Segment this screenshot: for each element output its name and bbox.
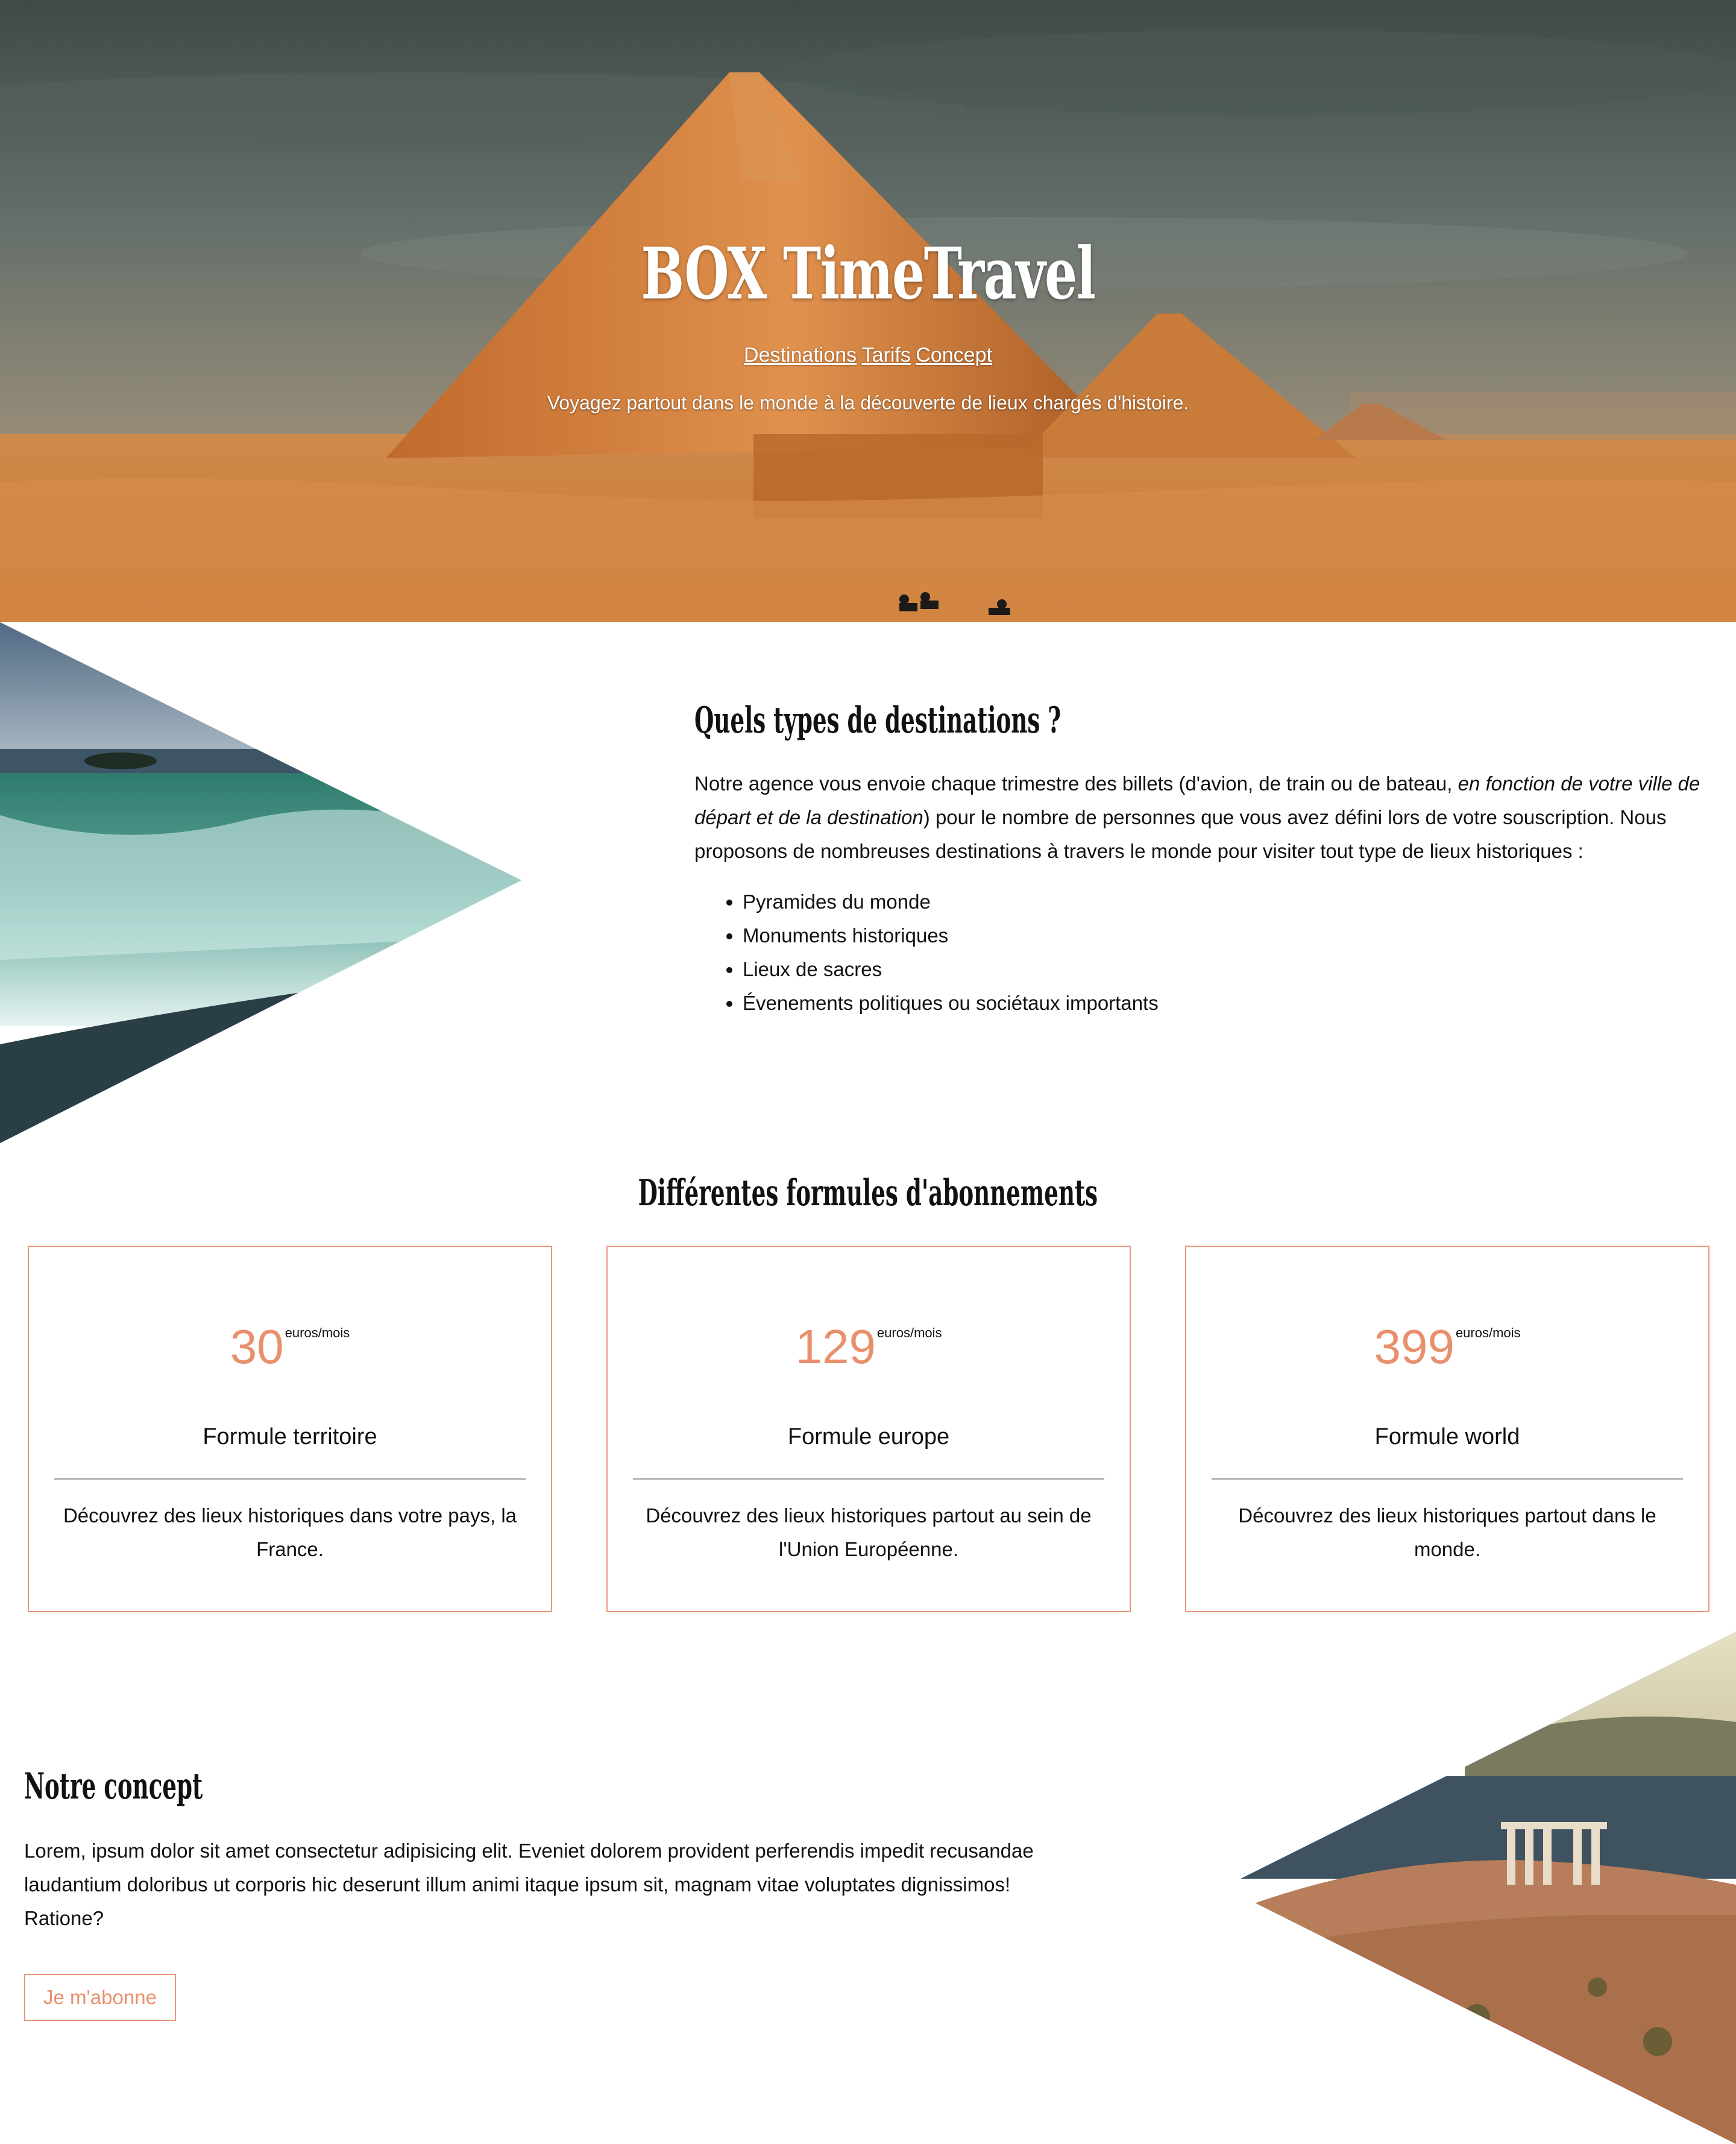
greek-temple-photo [1224,1632,1736,2144]
destinations-heading: Quels types de destinations ? [694,699,1061,742]
plan-name: Formule territoire [203,1424,377,1449]
destinations-list: Pyramides du monde Monuments historiques… [694,885,1725,1020]
plan-price: 399euros/mois [1186,1319,1708,1375]
plan-price: 129euros/mois [608,1319,1130,1375]
list-item: Pyramides du monde [743,885,1725,919]
plan-description: Découvrez des lieux historiques dans vot… [63,1504,517,1560]
plan-description: Découvrez des lieux historiques partout … [1238,1504,1656,1560]
plan-amount: 30 [230,1320,284,1373]
destinations-section: Quels types de destinations ? Notre agen… [694,699,1725,1020]
concept-paragraph: Lorem, ipsum dolor sit amet consectetur … [24,1840,1034,1929]
site-title: BOX TimeTravel [641,232,1096,315]
pricing-heading: Différentes formules d'abonnements [638,1172,1098,1214]
list-item: Lieux de sacres [743,953,1725,986]
plan-divider [1212,1478,1683,1480]
plan-amount: 129 [795,1320,876,1373]
destinations-paragraph: Notre agence vous envoie chaque trimestr… [694,767,1725,868]
hero-banner: BOX TimeTravel Destinations Tarifs Conce… [0,0,1736,622]
plan-name: Formule europe [787,1424,950,1449]
list-item: Évenements politiques ou sociétaux impor… [743,986,1725,1020]
concept-heading: Notre concept [24,1765,203,1808]
nav-link-concept[interactable]: Concept [916,344,992,367]
plan-divider [633,1478,1104,1480]
main-nav: Destinations Tarifs Concept [0,344,1736,367]
subscribe-button[interactable]: Je m'abonne [24,1974,176,2021]
concept-section: Notre concept Lorem, ipsum dolor sit ame… [24,1765,1049,2021]
nav-link-destinations[interactable]: Destinations [744,344,857,367]
plan-card-world: 399euros/mois Formule world Découvrez de… [1185,1246,1709,1612]
list-item: Monuments historiques [743,919,1725,953]
hero-tagline: Voyagez partout dans le monde à la décou… [547,392,1189,414]
plan-card-territoire: 30euros/mois Formule territoire Découvre… [28,1246,552,1612]
plan-name: Formule world [1374,1424,1520,1449]
plan-card-europe: 129euros/mois Formule europe Découvrez d… [606,1246,1131,1612]
plan-unit: euros/mois [285,1325,350,1340]
plan-price: 30euros/mois [29,1319,551,1375]
plan-amount: 399 [1374,1320,1455,1373]
plan-unit: euros/mois [1455,1325,1521,1340]
plan-description: Découvrez des lieux historiques partout … [646,1504,1092,1560]
destinations-intro-start: Notre agence vous envoie chaque trimestr… [694,772,1458,795]
plan-unit: euros/mois [876,1325,942,1340]
waterfall-photo [0,622,521,1143]
pricing-heading-wrap: Différentes formules d'abonnements [0,1172,1736,1214]
plan-divider [54,1478,526,1480]
nav-link-tarifs[interactable]: Tarifs [862,344,911,367]
